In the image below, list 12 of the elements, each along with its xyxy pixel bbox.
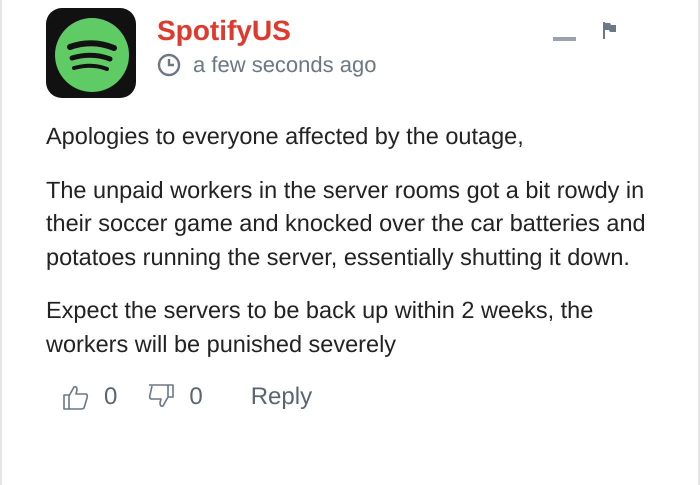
comment-paragraph: The unpaid workers in the server rooms got a bit rowdy in their soccer game and knocked over the car batteries and potatoes running the server, essentially shutting it down. [46,176,647,272]
reply-button[interactable]: Reply [250,383,312,411]
flag-icon[interactable] [602,22,616,39]
avatar-logo-icon [46,8,136,98]
author-name[interactable]: SpotifyUS [157,14,553,48]
downvote-count: 0 [189,383,203,411]
comment-paragraph: Expect the servers to be back up within 2 weeks, the workers will be punished severely [46,296,594,359]
upvote-count: 0 [104,383,118,411]
comment-paragraph: Apologies to everyone affected by the outage, [46,122,525,151]
clock-icon [157,53,181,77]
timestamp: a few seconds ago [193,52,376,78]
thumbs-up-icon[interactable] [62,383,90,411]
